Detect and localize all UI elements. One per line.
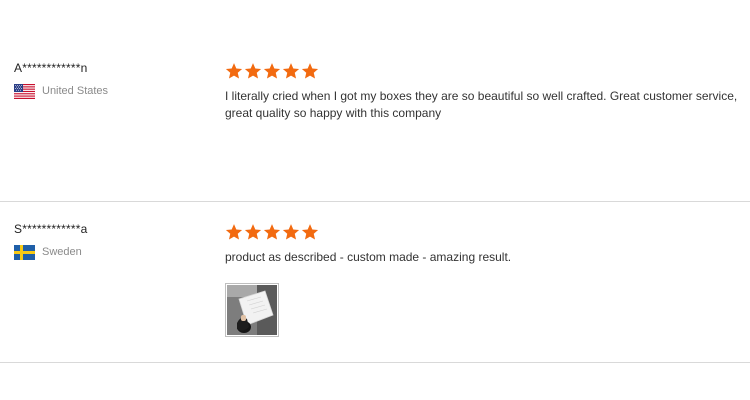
star-icon xyxy=(282,223,300,241)
review-photo xyxy=(227,285,277,335)
us-flag-icon xyxy=(14,83,35,99)
review-item: A************n United States I literally… xyxy=(0,0,750,202)
star-icon xyxy=(244,223,262,241)
star-rating xyxy=(225,223,745,241)
review-text: I literally cried when I got my boxes th… xyxy=(225,89,738,120)
country-name: United States xyxy=(42,85,109,97)
review-text: product as described - custom made - ama… xyxy=(225,250,512,264)
star-rating xyxy=(225,62,745,80)
reviewer-name: A************n xyxy=(14,61,88,75)
star-icon xyxy=(225,62,243,80)
review-content: I literally cried when I got my boxes th… xyxy=(225,62,745,122)
reviewer-info: S************a Sweden xyxy=(14,222,204,260)
star-icon xyxy=(263,62,281,80)
reviewer-name: S************a xyxy=(14,222,88,236)
sweden-flag-icon xyxy=(14,244,35,260)
review-item: S************a Sweden product as describ… xyxy=(0,202,750,363)
star-icon xyxy=(282,62,300,80)
country-name: Sweden xyxy=(42,246,82,258)
review-photo-thumbnail[interactable] xyxy=(225,283,279,337)
review-content: product as described - custom made - ama… xyxy=(225,223,745,337)
reviewer-country: United States xyxy=(14,83,204,99)
star-icon xyxy=(301,62,319,80)
star-icon xyxy=(301,223,319,241)
reviewer-country: Sweden xyxy=(14,244,204,260)
star-icon xyxy=(263,223,281,241)
star-icon xyxy=(225,223,243,241)
star-icon xyxy=(244,62,262,80)
reviewer-info: A************n United States xyxy=(14,61,204,99)
